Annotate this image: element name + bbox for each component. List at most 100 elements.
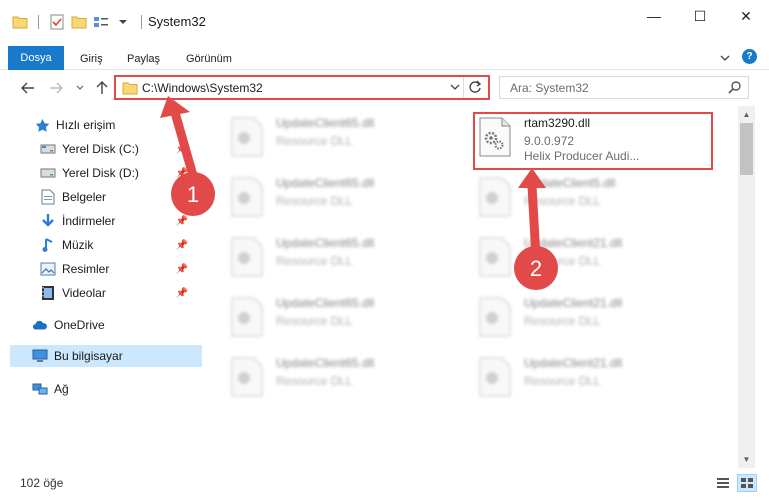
file-item[interactable]: UpdateClient65.dll Resource DLL <box>202 226 442 288</box>
dll-file-icon <box>231 177 263 217</box>
file-item[interactable]: UpdateClient21.dll Resource DLL <box>450 226 690 288</box>
forward-button[interactable] <box>46 78 66 98</box>
view-options-icon[interactable] <box>93 14 109 30</box>
documents-icon <box>40 189 56 205</box>
drive-icon <box>40 165 56 181</box>
toolbar-separator <box>38 15 39 29</box>
file-item[interactable]: UpdateClient65.dll Resource DLL <box>202 166 442 228</box>
tab-file[interactable]: Dosya <box>8 46 64 70</box>
sidebar-item-downloads[interactable]: İndirmeler 📌 <box>0 210 192 232</box>
dll-file-icon <box>479 237 511 277</box>
help-button[interactable]: ? <box>742 49 757 64</box>
properties-icon[interactable] <box>49 14 65 30</box>
folder-icon <box>122 81 138 98</box>
dll-file-icon <box>479 297 511 337</box>
pin-icon[interactable]: 📌 <box>176 192 188 203</box>
file-item[interactable]: UpdateClient21.dll Resource DLL <box>450 286 690 348</box>
sidebar-item-quick-access[interactable]: Hızlı erişim <box>0 114 192 136</box>
dll-file-icon <box>231 297 263 337</box>
sidebar-item-pictures[interactable]: Resimler 📌 <box>0 258 192 280</box>
tiles-view-button[interactable] <box>737 474 757 492</box>
chevron-down-icon[interactable] <box>720 50 730 64</box>
navigation-row: C:\Windows\System32 Ara: System32 <box>0 70 769 106</box>
cloud-icon <box>32 317 48 333</box>
pin-icon[interactable]: 📌 <box>176 288 188 299</box>
chevron-down-icon[interactable] <box>115 14 131 30</box>
scroll-down-button[interactable]: ▼ <box>738 451 755 468</box>
ribbon-right-controls: ? <box>720 49 757 64</box>
sidebar-item-network[interactable]: Ağ <box>0 378 192 400</box>
dll-file-icon <box>479 177 511 217</box>
file-item[interactable]: UpdateClient65.dll Resource DLL <box>202 106 442 168</box>
pin-icon[interactable]: 📌 <box>176 144 188 155</box>
sidebar-item-disk-d[interactable]: Yerel Disk (D:) 📌 <box>0 162 192 184</box>
pictures-icon <box>40 261 56 277</box>
scroll-up-button[interactable]: ▲ <box>738 106 755 123</box>
tiles-view-icon <box>741 478 753 488</box>
quick-access-toolbar <box>12 12 146 32</box>
file-highlight-box <box>473 112 713 170</box>
item-count: 102 öğe <box>20 476 64 490</box>
file-item[interactable]: UpdateClient65.dll Resource DLL <box>202 346 442 408</box>
download-icon <box>40 213 56 229</box>
scroll-thumb[interactable] <box>740 123 753 175</box>
view-switcher <box>713 474 757 492</box>
back-button[interactable] <box>18 78 38 98</box>
window-controls: — ☐ ✕ <box>631 0 769 44</box>
dll-file-icon <box>231 117 263 157</box>
file-item[interactable]: UpdateClient21.dll Resource DLL <box>450 346 690 408</box>
tab-share[interactable]: Paylaş <box>127 48 160 70</box>
tab-view[interactable]: Görünüm <box>186 48 232 70</box>
navigation-pane: Hızlı erişim Yerel Disk (C:) 📌 Yerel Dis… <box>0 106 202 468</box>
chevron-down-icon[interactable] <box>450 80 460 97</box>
search-icon[interactable] <box>728 80 742 97</box>
file-item[interactable]: UpdateClient65.dll Resource DLL <box>202 286 442 348</box>
close-button[interactable]: ✕ <box>723 0 769 32</box>
address-divider <box>463 77 464 98</box>
drive-icon <box>40 141 56 157</box>
pin-icon[interactable]: 📌 <box>176 168 188 179</box>
arrow-left-icon <box>21 82 34 94</box>
window-title: System32 <box>148 14 206 29</box>
arrow-right-icon <box>50 82 63 94</box>
sidebar-item-disk-c[interactable]: Yerel Disk (C:) 📌 <box>0 138 192 160</box>
ribbon-tabs: Dosya Giriş Paylaş Görünüm ? <box>0 44 769 70</box>
network-icon <box>32 381 48 397</box>
recent-locations-button[interactable] <box>70 78 90 98</box>
details-view-icon <box>717 478 729 488</box>
refresh-icon <box>469 80 482 93</box>
search-box[interactable]: Ara: System32 <box>499 76 749 99</box>
sidebar-item-music[interactable]: Müzik 📌 <box>0 234 192 256</box>
toolbar-separator <box>141 15 142 29</box>
up-button[interactable] <box>92 78 112 98</box>
maximize-button[interactable]: ☐ <box>677 0 723 32</box>
vertical-scrollbar[interactable]: ▲ ▼ <box>738 106 755 468</box>
sidebar-item-documents[interactable]: Belgeler 📌 <box>0 186 192 208</box>
videos-icon <box>40 285 56 301</box>
dll-file-icon <box>231 237 263 277</box>
address-path[interactable]: C:\Windows\System32 <box>142 81 263 95</box>
arrow-up-icon <box>96 81 108 94</box>
status-bar: 102 öğe <box>0 468 769 502</box>
tab-home[interactable]: Giriş <box>80 48 103 70</box>
folder-icon <box>12 14 28 30</box>
star-icon <box>34 117 50 133</box>
pin-icon[interactable]: 📌 <box>176 264 188 275</box>
chevron-down-icon <box>76 85 84 90</box>
pin-icon[interactable]: 📌 <box>176 216 188 227</box>
details-view-button[interactable] <box>713 474 733 492</box>
dll-file-icon <box>479 357 511 397</box>
refresh-button[interactable] <box>466 79 484 97</box>
file-item[interactable]: UpdateClient5.dll Resource DLL <box>450 166 690 228</box>
pin-icon[interactable]: 📌 <box>176 240 188 251</box>
search-input[interactable]: Ara: System32 <box>510 81 589 95</box>
new-folder-icon[interactable] <box>71 14 87 30</box>
sidebar-item-videos[interactable]: Videolar 📌 <box>0 282 192 304</box>
dll-file-icon <box>231 357 263 397</box>
minimize-button[interactable]: — <box>631 0 677 32</box>
music-icon <box>40 237 56 253</box>
sidebar-item-onedrive[interactable]: OneDrive <box>0 314 192 336</box>
sidebar-item-this-pc[interactable]: Bu bilgisayar <box>10 345 202 367</box>
computer-icon <box>32 348 48 364</box>
address-bar[interactable]: C:\Windows\System32 <box>114 75 490 100</box>
